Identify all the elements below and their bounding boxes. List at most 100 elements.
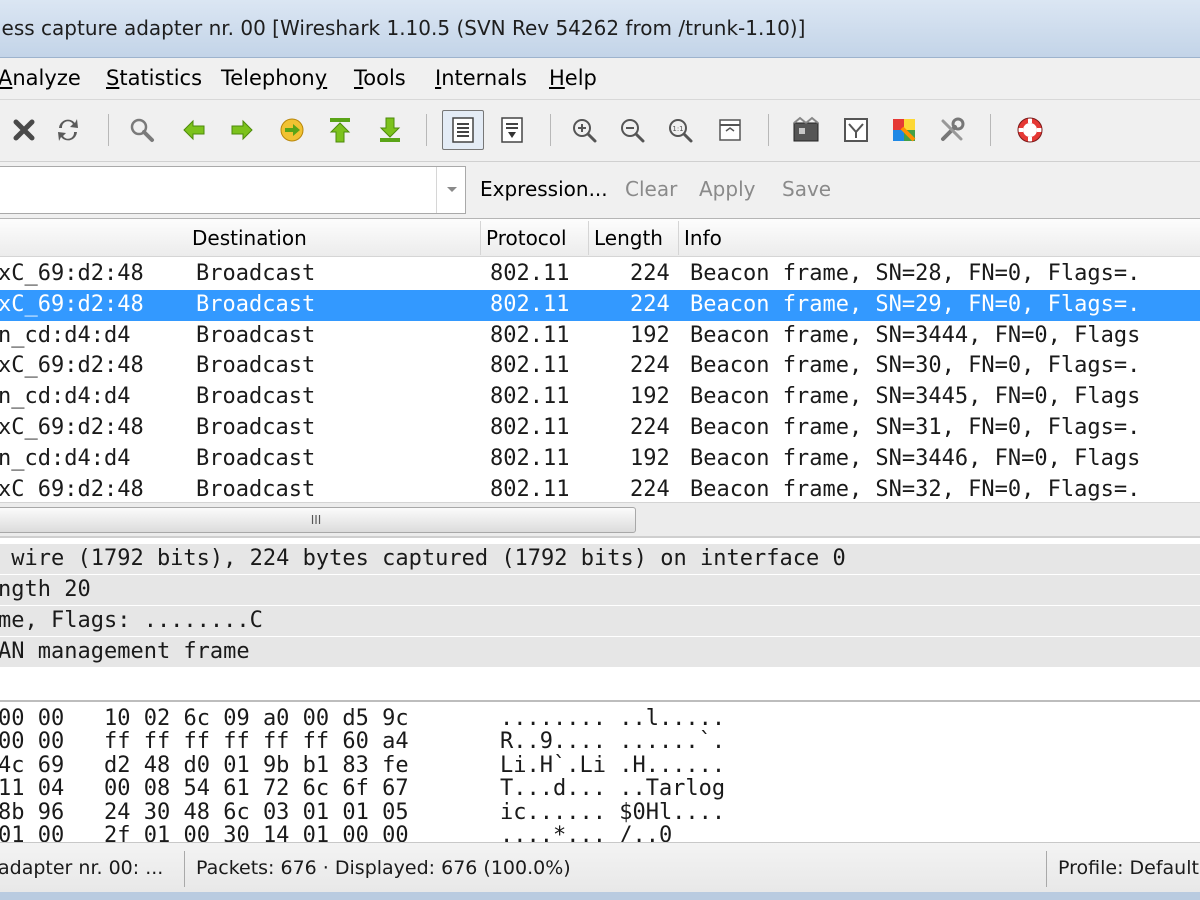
coloring-rules-icon[interactable]: [886, 112, 922, 148]
display-filters-icon[interactable]: [838, 112, 874, 148]
column-divider[interactable]: [678, 221, 679, 255]
hex-dump-line[interactable]: 00 00 ff ff ff ff ff ff 60 a4 R..9.... ...…: [0, 729, 1200, 755]
column-header-destination[interactable]: Destination: [192, 226, 307, 250]
packet-row[interactable]: n_cd:d4:d4 Broadcast 802.11 192 Beacon frame…: [0, 382, 1200, 413]
status-profile[interactable]: Profile: Default: [1058, 851, 1199, 885]
expression-button[interactable]: Expression...: [480, 177, 608, 201]
go-back-icon[interactable]: [176, 112, 212, 148]
toolbar-separator: [550, 114, 551, 146]
column-divider[interactable]: [588, 221, 589, 255]
status-bar: adapter nr. 00: ... Packets: 676 · Displ…: [0, 842, 1200, 900]
help-icon[interactable]: [1012, 112, 1048, 148]
detail-row-frame[interactable]: wire (1792 bits), 224 bytes captured (17…: [0, 544, 1200, 575]
detail-text: ngth 20: [0, 577, 91, 602]
zoom-normal-icon[interactable]: 1:1: [662, 112, 698, 148]
packet-list-header: Destination Protocol Length Info: [0, 219, 1200, 257]
packet-bytes-pane[interactable]: 00 00 10 02 6c 09 a0 00 d5 9c ........ ..l…: [0, 700, 1200, 842]
status-interface[interactable]: adapter nr. 00: ...: [0, 851, 163, 885]
window-bottom-border: [0, 892, 1200, 900]
save-button[interactable]: Save: [782, 177, 831, 201]
menu-internals[interactable]: Internals: [435, 66, 527, 90]
menu-analyze[interactable]: Analyze: [0, 66, 81, 90]
toolbar-separator: [768, 114, 769, 146]
packet-details-pane[interactable]: wire (1792 bits), 224 bytes captured (17…: [0, 536, 1200, 700]
packet-row[interactable]: n_cd:d4:d4 Broadcast 802.11 192 Beacon frame…: [0, 321, 1200, 352]
hex-dump-line[interactable]: 11 04 00 08 54 61 72 6c 6f 67 T...d... ..T…: [0, 776, 1200, 802]
packet-destination: Broadcast: [196, 291, 316, 317]
packet-list[interactable]: Destination Protocol Length Info xC_69:d…: [0, 218, 1200, 536]
detail-row-wlan-mgmt[interactable]: AN management frame: [0, 637, 1200, 668]
hex-dump-line[interactable]: 8b 96 24 30 48 6c 03 01 01 05 ic...... $0H…: [0, 800, 1200, 826]
find-packet-icon[interactable]: [124, 112, 160, 148]
toolbar-separator: [426, 114, 427, 146]
resize-columns-icon[interactable]: [712, 112, 748, 148]
packet-source: xC_69:d2:48: [0, 291, 144, 317]
hex-dump-line[interactable]: 4c 69 d2 48 d0 01 9b b1 83 fe Li.H`.Li .H.…: [0, 753, 1200, 779]
horizontal-scrollbar[interactable]: III: [0, 502, 1200, 536]
hex-dump-hex: 2f 01 00 30 14 01 00 00: [104, 823, 409, 842]
packet-info: Beacon frame, SN=28, FN=0, Flags=.: [690, 261, 1141, 286]
hex-dump-prefix: 4c 69: [0, 752, 65, 778]
scrollbar-thumb[interactable]: III: [0, 507, 636, 533]
packet-protocol: 802.11: [490, 476, 570, 502]
detail-text: wire (1792 bits), 224 bytes captured (17…: [0, 546, 846, 571]
packet-source: xC_69:d2:48: [0, 353, 144, 379]
toolbar-separator: [990, 114, 991, 146]
display-filter-input[interactable]: [0, 166, 466, 214]
hex-dump-ascii: ic...... $0Hl....: [500, 799, 726, 825]
filter-dropdown-button[interactable]: [436, 167, 466, 213]
reload-icon[interactable]: [50, 112, 86, 148]
go-first-icon[interactable]: [322, 112, 358, 148]
packet-length: 192: [630, 445, 670, 471]
column-header-info[interactable]: Info: [684, 226, 722, 250]
zoom-in-icon[interactable]: [566, 112, 602, 148]
title-bar: less capture adapter nr. 00 [Wireshark 1…: [0, 0, 1200, 58]
packet-row[interactable]: xC 69:d2:48 Broadcast 802.11 224 Beacon fram…: [0, 475, 1200, 506]
packet-info: Beacon frame, SN=32, FN=0, Flags=.: [690, 476, 1141, 502]
packet-row[interactable]: xC_69:d2:48 Broadcast 802.11 224 Beacon fram…: [0, 413, 1200, 444]
packet-length: 224: [630, 261, 670, 286]
packet-row[interactable]: xC_69:d2:48 Broadcast 802.11 224 Beacon fram…: [0, 259, 1200, 290]
go-to-packet-icon[interactable]: [274, 112, 310, 148]
packet-source: n_cd:d4:d4: [0, 445, 131, 471]
packet-info: Beacon frame, SN=3444, FN=0, Flags: [690, 322, 1141, 348]
apply-button[interactable]: Apply: [699, 177, 755, 201]
packet-destination: Broadcast: [196, 476, 316, 502]
packet-row[interactable]: xC_69:d2:48 Broadcast 802.11 224 Beacon fram…: [0, 351, 1200, 382]
zoom-out-icon[interactable]: [614, 112, 650, 148]
clear-button[interactable]: Clear: [625, 177, 677, 201]
status-divider: [184, 851, 185, 887]
menu-bar: Analyze Statistics Telephony Tools Inter…: [0, 58, 1200, 100]
status-packets: Packets: 676 · Displayed: 676 (100.0%): [196, 857, 571, 879]
capture-filters-icon[interactable]: [788, 112, 824, 148]
packet-row[interactable]: n_cd:d4:d4 Broadcast 802.11 192 Beacon frame…: [0, 444, 1200, 475]
menu-help[interactable]: Help: [549, 66, 597, 90]
detail-row-radiotap[interactable]: ngth 20: [0, 575, 1200, 606]
menu-tools[interactable]: Tools: [354, 66, 406, 90]
menu-telephony[interactable]: Telephony: [221, 66, 327, 90]
column-header-protocol[interactable]: Protocol: [486, 226, 567, 250]
column-header-length[interactable]: Length: [594, 226, 663, 250]
scrollbar-grip: III: [310, 513, 322, 527]
packet-info: Beacon frame, SN=30, FN=0, Flags=.: [690, 353, 1141, 379]
packet-info: Beacon frame, SN=31, FN=0, Flags=.: [690, 415, 1141, 440]
stop-capture-icon[interactable]: [6, 112, 42, 148]
hex-dump-hex: d2 48 d0 01 9b b1 83 fe: [104, 752, 409, 778]
colorize-icon[interactable]: [442, 110, 484, 150]
packet-protocol: 802.11: [490, 415, 570, 440]
hex-dump-line[interactable]: 01 00 2f 01 00 30 14 01 00 00 ....*... /..…: [0, 823, 1200, 842]
detail-row-beacon[interactable]: me, Flags: ........C: [0, 606, 1200, 637]
packet-protocol: 802.11: [490, 353, 570, 379]
main-toolbar: 1:1: [0, 100, 1200, 162]
hex-dump-prefix: 00 00: [0, 706, 65, 731]
autoscroll-icon[interactable]: [494, 112, 530, 148]
hex-dump-line[interactable]: 00 00 10 02 6c 09 a0 00 d5 9c ........ ..l…: [0, 706, 1200, 732]
hex-dump-prefix: 01 00: [0, 823, 65, 842]
go-forward-icon[interactable]: [224, 112, 260, 148]
menu-statistics[interactable]: Statistics: [106, 66, 202, 90]
packet-row-selected[interactable]: xC_69:d2:48 Broadcast 802.11 224 Beacon fram…: [0, 289, 1200, 321]
go-last-icon[interactable]: [372, 112, 408, 148]
preferences-icon[interactable]: [934, 112, 970, 148]
column-divider[interactable]: [480, 221, 481, 255]
hex-dump-ascii: T...d... ..Tarlog: [500, 776, 726, 802]
